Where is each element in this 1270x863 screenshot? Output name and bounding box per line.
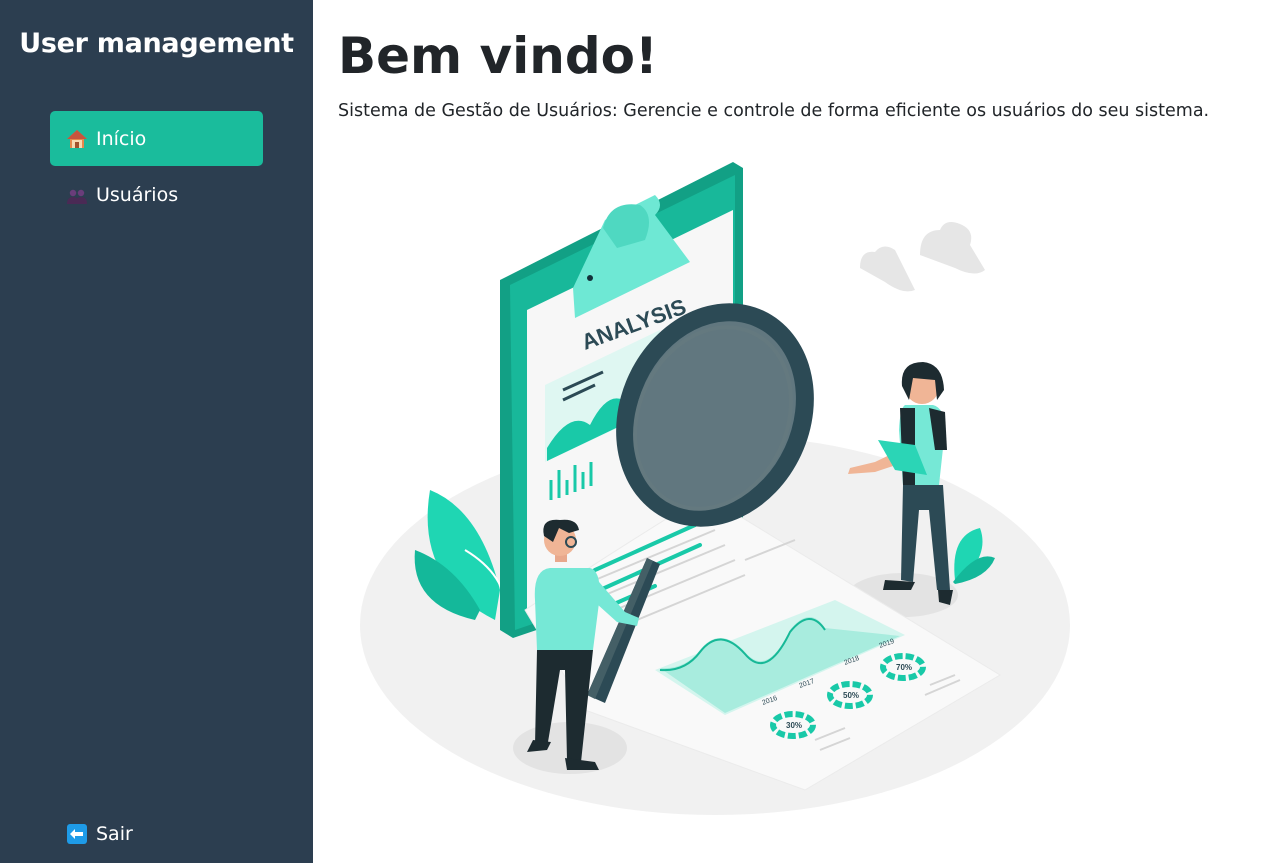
logout-label: Sair [96,822,133,845]
users-icon [66,184,88,206]
percent-label: 50% [843,691,859,700]
sidebar-item-label: Início [96,127,147,150]
page-title: Bem vindo! [338,27,658,85]
percent-label: 30% [786,721,802,730]
page-subtitle: Sistema de Gestão de Usuários: Gerencie … [338,101,1210,121]
analysis-illustration: ANALYSIS 2016 2017 2018 2019 30% 50% 70% [360,162,1070,815]
percent-label: 70% [896,663,912,672]
brand-title: User management [19,28,294,59]
logout-link[interactable]: Sair [50,806,263,861]
arrow-left-icon [66,823,88,845]
sidebar-item-inicio[interactable]: Início [50,111,263,166]
sidebar-item-label: Usuários [96,183,179,206]
sidebar: User management Início Usuários Sair [0,0,313,863]
sidebar-item-usuarios[interactable]: Usuários [50,167,263,222]
cloud-icon [860,222,985,292]
house-icon [66,128,88,150]
